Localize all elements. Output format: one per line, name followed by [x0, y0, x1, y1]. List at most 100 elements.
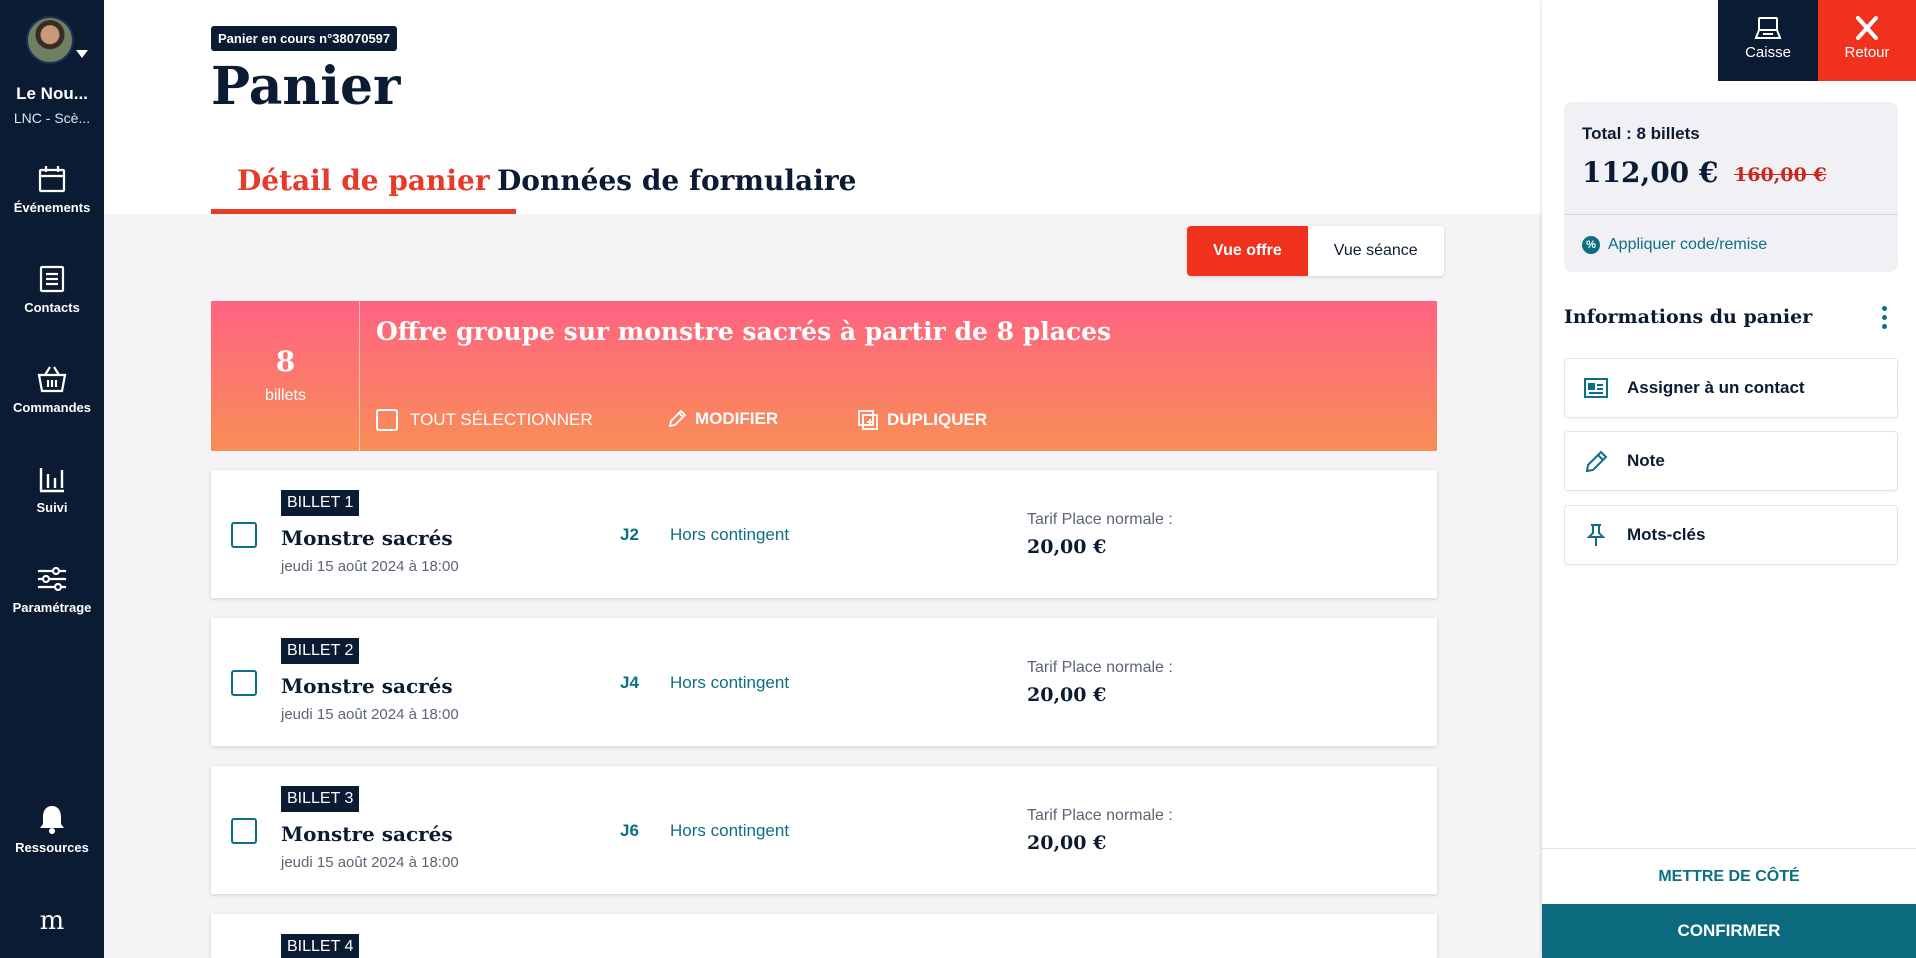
offer-count-label: billets — [265, 387, 306, 404]
view-session-button[interactable]: Vue séance — [1307, 226, 1444, 276]
ticket-quota: Hors contingent — [670, 821, 790, 840]
ticket-event-name: Monstre sacrés — [281, 674, 453, 698]
ticket-quota: Hors contingent — [670, 525, 790, 544]
ticket-checkbox[interactable] — [231, 818, 257, 844]
pencil-icon — [668, 409, 687, 428]
avatar[interactable] — [26, 16, 74, 64]
nav-label: Paramétrage — [12, 600, 92, 615]
ticket-tag: BILLET 3 — [281, 786, 360, 812]
nav-label: Événements — [13, 200, 91, 215]
more-options-icon[interactable] — [1882, 306, 1888, 332]
select-all-checkbox[interactable] — [376, 409, 398, 431]
page-title: Panier — [211, 56, 401, 117]
nav-label: Suivi — [36, 500, 68, 515]
ticket-seat: J2 — [620, 525, 639, 544]
assign-contact-label: Assigner à un contact — [1627, 378, 1805, 397]
duplicate-label: DUPLIQUER — [887, 410, 988, 429]
view-offer-button[interactable]: Vue offre — [1187, 226, 1308, 276]
org-subtitle: LNC - Scè... — [13, 110, 91, 126]
total-label: Total : 8 billets — [1582, 124, 1700, 143]
tab-detail-panier[interactable]: Détail de panier — [211, 164, 516, 214]
close-icon — [1856, 16, 1878, 40]
ticket-date: jeudi 15 août 2024 à 18:00 — [281, 706, 459, 723]
promo-label: Appliquer code/remise — [1608, 236, 1768, 253]
select-all-button[interactable]: TOUT SÉLECTIONNER — [376, 409, 593, 431]
calendar-icon — [38, 166, 66, 193]
bar-chart-icon — [39, 468, 64, 493]
ticket-event-name: Monstre sacrés — [281, 526, 453, 550]
ticket-checkbox[interactable] — [231, 522, 257, 548]
ticket-price-label: Tarif Place normale : — [1027, 659, 1173, 676]
ticket-row: BILLET 1 Monstre sacrés jeudi 15 août 20… — [211, 470, 1437, 598]
cart-info-title: Informations du panier — [1564, 306, 1813, 328]
nav-item-ressources[interactable]: Ressources — [0, 804, 104, 855]
ticket-date: jeudi 15 août 2024 à 18:00 — [281, 558, 459, 575]
select-all-label: TOUT SÉLECTIONNER — [410, 410, 593, 429]
ticket-price-label: Tarif Place normale : — [1027, 511, 1173, 528]
ticket-event-name: Monstre sacrés — [281, 822, 453, 846]
ticket-row: BILLET 4 — [211, 914, 1437, 958]
offer-banner: 8 billets Offre groupe sur monstre sacré… — [211, 301, 1437, 451]
tab-donnees-formulaire[interactable]: Données de formulaire — [497, 164, 856, 197]
modify-button[interactable]: MODIFIER — [667, 409, 778, 429]
ticket-tag: BILLET 4 — [281, 934, 360, 958]
nav-item-contacts[interactable]: Contacts — [0, 264, 104, 315]
ticket-price: 20,00 € — [1027, 536, 1107, 558]
note-button[interactable]: Note — [1564, 431, 1898, 491]
apply-promo-link[interactable]: % Appliquer code/remise — [1582, 236, 1767, 254]
contact-list-icon — [39, 265, 65, 293]
nav-item-suivi[interactable]: Suivi — [0, 464, 104, 515]
nav-item-commandes[interactable]: Commandes — [0, 364, 104, 415]
ticket-tag: BILLET 2 — [281, 638, 360, 664]
pencil-icon — [1585, 450, 1608, 473]
confirm-button[interactable]: CONFIRMER — [1542, 904, 1916, 958]
pin-icon — [1586, 524, 1606, 546]
sliders-icon — [38, 566, 66, 592]
caisse-button[interactable]: Caisse — [1718, 0, 1818, 81]
note-label: Note — [1627, 451, 1665, 470]
caret-down-icon[interactable] — [76, 50, 88, 58]
ticket-checkbox[interactable] — [231, 670, 257, 696]
assign-contact-button[interactable]: Assigner à un contact — [1564, 358, 1898, 418]
cart-summary-panel: Caisse Retour Total : 8 billets 112,00 €… — [1542, 0, 1916, 958]
keywords-label: Mots-clés — [1627, 525, 1706, 544]
view-toggle: Vue offre Vue séance — [1187, 226, 1444, 276]
ticket-seat: J4 — [620, 673, 639, 692]
modify-label: MODIFIER — [695, 409, 779, 428]
ticket-seat: J6 — [620, 821, 639, 840]
bell-icon — [40, 806, 64, 834]
retour-button[interactable]: Retour — [1818, 0, 1916, 81]
total-card: Total : 8 billets 112,00 € 160,00 € % Ap… — [1564, 102, 1898, 272]
ticket-price: 20,00 € — [1027, 684, 1107, 706]
basket-icon — [37, 366, 67, 393]
nav-label: Contacts — [24, 300, 80, 315]
cart-number-badge: Panier en cours n°38070597 — [211, 26, 398, 51]
retour-label: Retour — [1844, 44, 1890, 61]
set-aside-button[interactable]: METTRE DE CÔTÉ — [1542, 848, 1916, 904]
ticket-tag: BILLET 1 — [281, 490, 360, 516]
keywords-button[interactable]: Mots-clés — [1564, 505, 1898, 565]
nav-label: Ressources — [15, 840, 89, 855]
ticket-price: 20,00 € — [1027, 832, 1107, 854]
percent-icon: % — [1582, 236, 1600, 254]
duplicate-icon — [858, 410, 878, 430]
nav-item-evenements[interactable]: Événements — [0, 164, 104, 215]
ticket-row: BILLET 3 Monstre sacrés jeudi 15 août 20… — [211, 766, 1437, 894]
app-logo[interactable]: m — [0, 906, 104, 936]
nav-label: Commandes — [12, 400, 92, 415]
org-name: Le Nou... — [16, 84, 88, 103]
nav-item-parametrage[interactable]: Paramétrage — [0, 564, 104, 615]
offer-title: Offre groupe sur monstre sacrés à partir… — [376, 317, 1112, 346]
sidebar: Le Nou... LNC - Scè... Événements Contac… — [0, 0, 104, 958]
original-price: 160,00 € — [1734, 164, 1827, 186]
duplicate-button[interactable]: DUPLIQUER — [857, 409, 987, 431]
ticket-row: BILLET 2 Monstre sacrés jeudi 15 août 20… — [211, 618, 1437, 746]
offer-ticket-count: 8 billets — [211, 301, 360, 451]
caisse-label: Caisse — [1745, 44, 1791, 61]
ticket-date: jeudi 15 août 2024 à 18:00 — [281, 854, 459, 871]
cash-register-icon — [1754, 17, 1782, 39]
total-price: 112,00 € — [1582, 156, 1719, 189]
divider — [1564, 214, 1898, 215]
ticket-quota: Hors contingent — [670, 673, 790, 692]
user-avatar-menu[interactable] — [26, 16, 88, 64]
